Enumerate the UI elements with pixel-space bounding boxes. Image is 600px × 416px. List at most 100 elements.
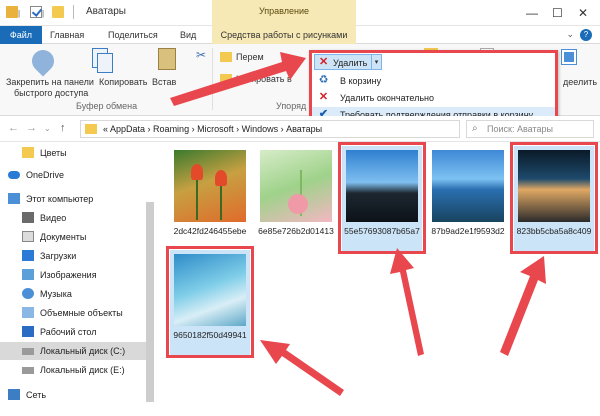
- scissors-icon[interactable]: ✂: [196, 48, 206, 62]
- computer-icon: [8, 193, 20, 204]
- sidebar-item-label: Сеть: [26, 390, 47, 400]
- pin-label[interactable]: Закрепить на панели: [6, 77, 94, 88]
- sidebar-item-label: Цветы: [40, 148, 67, 158]
- recent-locations-icon[interactable]: ⌄: [44, 124, 51, 133]
- sidebar-item-label: Документы: [40, 232, 87, 242]
- dropdown-arrow-icon[interactable]: ▾: [371, 55, 381, 69]
- maximize-icon[interactable]: ☐: [552, 6, 563, 20]
- sidebar-item-videos[interactable]: Видео: [0, 209, 150, 227]
- close-icon[interactable]: ✕: [578, 6, 588, 20]
- search-icon: ⌕: [472, 123, 478, 134]
- divider: [212, 48, 213, 110]
- pin-label-line2[interactable]: быстрого доступа: [14, 88, 88, 99]
- sidebar-item-flowers[interactable]: Цветы: [0, 144, 150, 162]
- sidebar-item-network[interactable]: Сеть: [0, 386, 150, 404]
- file-name: 2dc42fd246455ebe: [173, 226, 247, 236]
- sidebar-item-label: Рабочий стол: [40, 327, 97, 337]
- window-title: Аватары: [86, 6, 126, 17]
- menu-item-recycle[interactable]: ♻ В корзину: [312, 73, 555, 89]
- video-icon: [22, 212, 34, 223]
- desktop-icon: [22, 326, 34, 337]
- copy-icon[interactable]: [92, 48, 113, 73]
- file-name: 87b9ad2e1f9593d2: [431, 226, 505, 236]
- highlight-frame: [338, 142, 426, 254]
- chevron-up-icon[interactable]: ⌄: [566, 29, 574, 40]
- copy-to-button[interactable]: Копировать в: [236, 74, 292, 85]
- move-to-icon[interactable]: [220, 52, 232, 62]
- sidebar-item-pictures[interactable]: Изображения: [0, 266, 150, 284]
- sidebar-item-desktop[interactable]: Рабочий стол: [0, 323, 150, 341]
- help-icon[interactable]: ?: [580, 29, 592, 41]
- menu-item-permanent-delete[interactable]: ✕ Удалить окончательно: [312, 90, 555, 106]
- up-icon[interactable]: ↑: [60, 122, 66, 134]
- file-item[interactable]: 87b9ad2e1f9593d2: [428, 146, 508, 252]
- select-button[interactable]: деелить: [563, 77, 597, 88]
- documents-icon: [22, 231, 34, 242]
- ribbon-tabs: Файл Главная Поделиться Вид Средства раб…: [0, 26, 600, 44]
- sidebar-item-music[interactable]: Музыка: [0, 285, 150, 303]
- title-bar: | | Аватары Управление — ☐ ✕: [0, 0, 600, 26]
- highlight-frame: [510, 142, 598, 254]
- breadcrumb: « AppData › Roaming › Microsoft › Window…: [103, 124, 323, 134]
- organize-group-label: Упоряд: [276, 101, 307, 111]
- navigation-pane: Цветы OneDrive Этот компьютер Видео Доку…: [0, 142, 155, 416]
- thumbnail-image: [174, 150, 246, 222]
- tab-share[interactable]: Поделиться: [108, 26, 158, 44]
- paste-icon[interactable]: [158, 48, 176, 70]
- sidebar-item-documents[interactable]: Документы: [0, 228, 150, 246]
- sidebar-item-downloads[interactable]: Загрузки: [0, 247, 150, 265]
- highlight-frame: [166, 246, 254, 358]
- sidebar-item-label: Объемные объекты: [40, 308, 123, 318]
- sidebar-item-label: Музыка: [40, 289, 72, 299]
- sidebar-item-drive-e[interactable]: Локальный диск (E:): [0, 361, 150, 379]
- sidebar-item-label: Изображения: [40, 270, 97, 280]
- sidebar-item-drive-c[interactable]: Локальный диск (C:): [0, 342, 150, 360]
- new-folder-icon[interactable]: [52, 6, 64, 18]
- address-input[interactable]: « AppData › Roaming › Microsoft › Window…: [80, 120, 460, 138]
- sidebar-item-label: Видео: [40, 213, 67, 223]
- sidebar-item-label: Локальный диск (E:): [40, 365, 125, 375]
- sidebar-scrollbar[interactable]: [146, 202, 154, 402]
- downloads-icon: [22, 250, 34, 261]
- properties-icon[interactable]: [30, 6, 42, 18]
- manage-context-tab[interactable]: Управление: [212, 0, 356, 26]
- delete-dropdown-menu: ✕ Удалить ▾ ♻ В корзину ✕ Удалить оконча…: [309, 50, 558, 123]
- minimize-icon[interactable]: —: [526, 6, 538, 20]
- sidebar-item-label: Локальный диск (C:): [40, 346, 126, 356]
- recycle-bin-icon: ♻: [318, 74, 329, 86]
- select-all-icon[interactable]: [561, 49, 577, 65]
- clipboard-group-label: Буфер обмена: [76, 101, 138, 111]
- sidebar-item-label: Загрузки: [40, 251, 77, 261]
- drive-icon: [22, 348, 34, 355]
- sidebar-item-3d-objects[interactable]: Объемные объекты: [0, 304, 150, 322]
- delete-button-label: Удалить: [333, 58, 368, 68]
- tab-picture-tools[interactable]: Средства работы с рисунками: [212, 26, 356, 44]
- tab-view[interactable]: Вид: [180, 26, 196, 44]
- sidebar-item-this-pc[interactable]: Этот компьютер: [0, 190, 150, 208]
- folder-icon: [85, 124, 97, 134]
- drive-icon: [22, 367, 34, 374]
- file-item[interactable]: 2dc42fd246455ebe: [170, 146, 250, 252]
- back-icon[interactable]: ←: [8, 122, 19, 134]
- delete-button[interactable]: ✕ Удалить ▾: [314, 54, 382, 70]
- search-placeholder: Поиск: Аватары: [487, 124, 553, 134]
- onedrive-icon: [8, 171, 20, 179]
- separator: [73, 5, 74, 19]
- sidebar-item-label: Этот компьютер: [26, 194, 94, 204]
- forward-icon[interactable]: →: [26, 122, 37, 134]
- file-item[interactable]: 6e85e726b2d01413: [256, 146, 336, 252]
- tab-file[interactable]: Файл: [0, 26, 42, 44]
- tab-home[interactable]: Главная: [50, 26, 84, 44]
- paste-button[interactable]: Встав: [152, 77, 176, 88]
- sidebar-item-label: OneDrive: [26, 170, 65, 180]
- search-input[interactable]: ⌕ Поиск: Аватары: [466, 120, 594, 138]
- folder-icon[interactable]: [6, 6, 18, 18]
- music-icon: [22, 288, 34, 299]
- copy-to-icon[interactable]: [220, 74, 232, 84]
- network-icon: [8, 389, 20, 400]
- pin-icon[interactable]: [27, 45, 59, 77]
- move-to-button[interactable]: Перем: [236, 52, 264, 63]
- folder-icon: [22, 147, 34, 158]
- sidebar-item-onedrive[interactable]: OneDrive: [0, 166, 150, 184]
- copy-button[interactable]: Копировать: [99, 77, 147, 88]
